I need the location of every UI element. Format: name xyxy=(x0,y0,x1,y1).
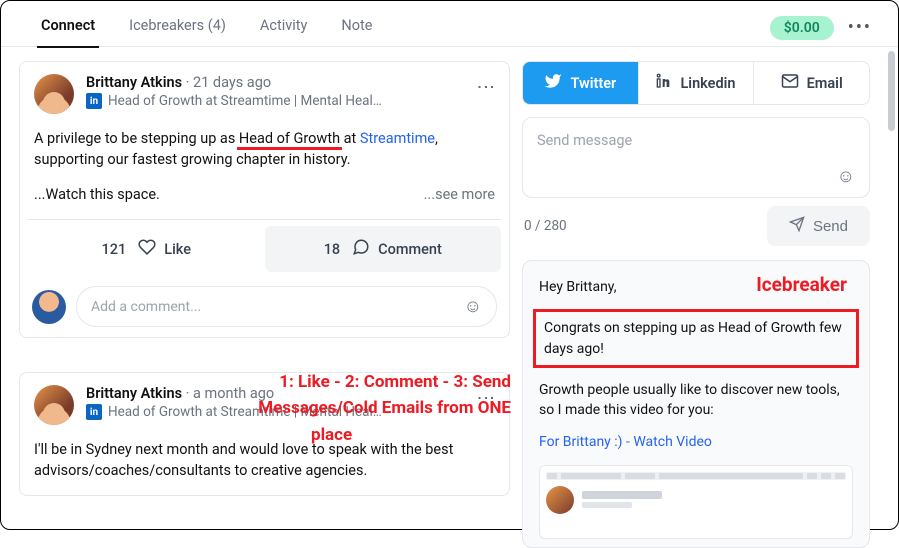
company-link[interactable]: Streamtime xyxy=(360,130,435,147)
avatar[interactable] xyxy=(34,74,74,114)
balance-pill[interactable]: $0.00 xyxy=(770,16,834,40)
comment-input[interactable]: Add a comment... ☺ xyxy=(76,286,497,327)
preview-avatar xyxy=(546,486,574,514)
char-counter: 0 / 280 xyxy=(524,218,567,234)
channel-email[interactable]: Email xyxy=(754,62,869,104)
author-name[interactable]: Brittany Atkins xyxy=(86,74,182,91)
tab-activity[interactable]: Activity xyxy=(256,7,311,48)
send-icon xyxy=(789,216,805,236)
video-preview[interactable] xyxy=(539,465,853,539)
post-card: Brittany Atkins · 21 days ago in Head of… xyxy=(19,61,510,338)
icebreaker-label: Icebreaker xyxy=(756,271,847,299)
commenter-avatar[interactable] xyxy=(32,290,66,324)
header-tabs: Connect Icebreakers (4) Activity Note $0… xyxy=(1,1,898,47)
video-link[interactable]: For Brittany :) - Watch Video xyxy=(539,434,712,450)
channel-twitter[interactable]: Twitter xyxy=(523,62,639,104)
email-icon xyxy=(781,72,799,94)
send-button[interactable]: Send xyxy=(767,206,870,246)
post-menu-icon[interactable]: ⋮ xyxy=(475,385,495,411)
author-headline: Head of Growth at Streamtime | Mental He… xyxy=(108,93,382,109)
see-more-link[interactable]: ...see more xyxy=(424,184,495,205)
post-body: A privilege to be stepping up as Head of… xyxy=(20,120,509,209)
message-body: Growth people usually like to discover n… xyxy=(539,380,853,421)
tab-note[interactable]: Note xyxy=(337,7,376,48)
compose-box[interactable]: Send message ☺ xyxy=(522,117,870,198)
author-name[interactable]: Brittany Atkins xyxy=(86,385,182,402)
scrollbar[interactable] xyxy=(888,51,895,131)
comment-icon xyxy=(352,238,370,260)
post-card: Brittany Atkins · a month ago in Head of… xyxy=(19,372,510,496)
post-author-line: Brittany Atkins · 21 days ago xyxy=(86,74,475,91)
highlighted-role: Head of Growth xyxy=(239,130,340,147)
post-author-line: Brittany Atkins · a month ago xyxy=(86,385,475,402)
compose-placeholder: Send message xyxy=(537,132,855,162)
twitter-icon xyxy=(544,72,562,94)
linkedin-icon xyxy=(656,73,672,93)
avatar[interactable] xyxy=(34,385,74,425)
linkedin-badge-icon: in xyxy=(86,404,102,420)
post-menu-icon[interactable]: ⋮ xyxy=(475,74,495,100)
post-age: a month ago xyxy=(193,385,274,402)
messaging-panel: Twitter Linkedin Email Send message ☺ 0 … xyxy=(518,47,898,529)
author-headline: Head of Growth at Streamtime | Mental He… xyxy=(108,404,382,420)
feed-column: Brittany Atkins · 21 days ago in Head of… xyxy=(1,47,518,529)
preview-name xyxy=(582,491,662,499)
tab-icebreakers[interactable]: Icebreakers (4) xyxy=(125,7,230,48)
linkedin-badge-icon: in xyxy=(86,93,102,109)
heart-icon xyxy=(138,238,156,260)
post-age: 21 days ago xyxy=(193,74,271,91)
channel-linkedin[interactable]: Linkedin xyxy=(639,62,755,104)
post-body: I'll be in Sydney next month and would l… xyxy=(20,431,509,485)
emoji-icon[interactable]: ☺ xyxy=(464,296,482,317)
channel-tabs: Twitter Linkedin Email xyxy=(522,61,870,105)
emoji-icon[interactable]: ☺ xyxy=(837,166,855,187)
suggested-message: Icebreaker Hey Brittany, Congrats on ste… xyxy=(522,260,870,548)
icebreaker-highlight: Congrats on stepping up as Head of Growt… xyxy=(533,309,859,368)
comment-button[interactable]: 18 Comment xyxy=(265,226,502,272)
tab-connect[interactable]: Connect xyxy=(37,7,99,48)
like-button[interactable]: 121 Like xyxy=(28,220,265,278)
more-menu-icon[interactable]: ••• xyxy=(848,17,878,38)
